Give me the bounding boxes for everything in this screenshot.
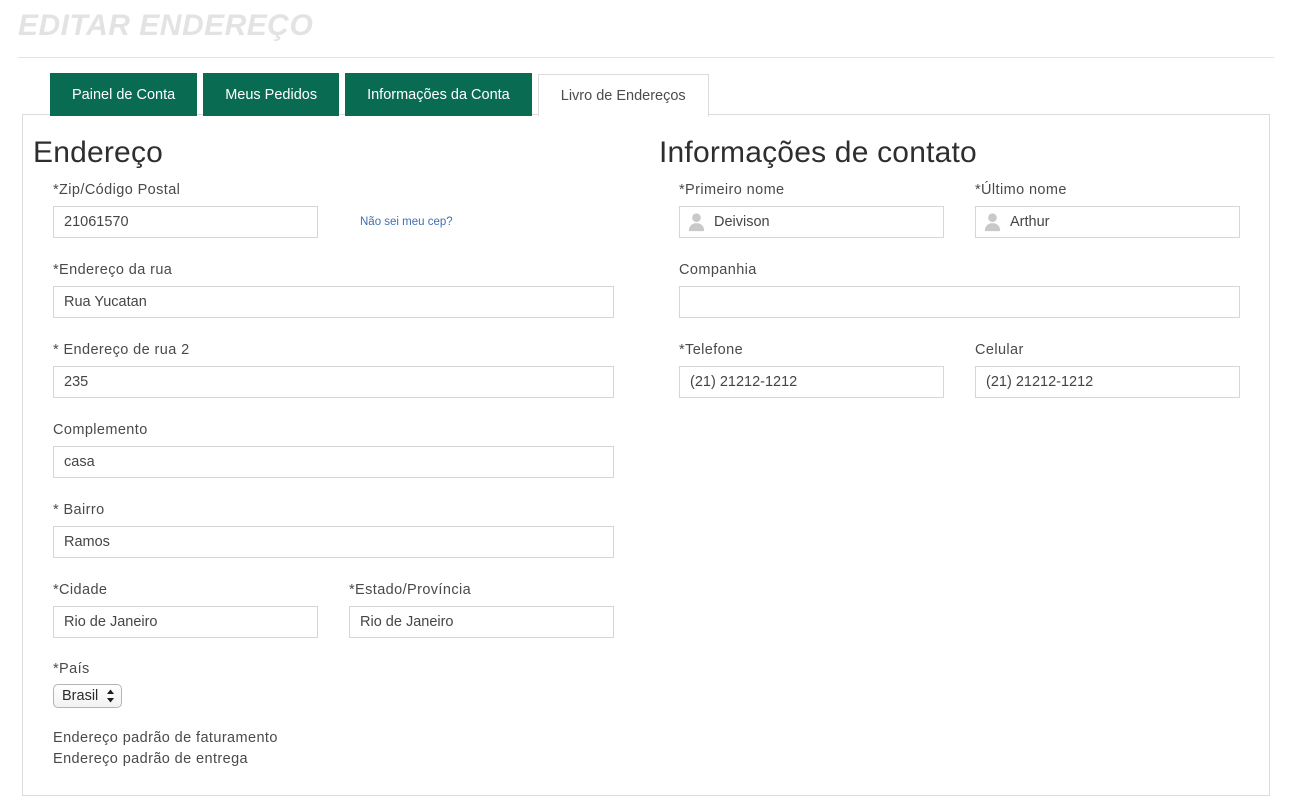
street2-label: * Endereço de rua 2 [53,342,190,358]
tab-informacoes-da-conta[interactable]: Informações da Conta [345,73,532,116]
mobile-label: Celular [975,342,1024,358]
field-country: *País Brasil [53,660,614,708]
complement-input[interactable] [53,446,614,478]
phone-label: *Telefone [679,342,744,358]
tab-label: Informações da Conta [367,86,510,103]
default-shipping-label[interactable]: Endereço padrão de entrega [53,749,614,770]
field-last-name: *Último nome [975,181,1240,238]
phone-input[interactable] [679,366,944,398]
tab-livro-de-enderecos[interactable]: Livro de Endereços [537,74,709,117]
district-input[interactable] [53,526,614,558]
district-label: * Bairro [53,502,105,518]
street-label: *Endereço da rua [53,262,173,278]
contact-column: Informações de contato *Primeiro nome *Ú… [659,115,1259,398]
address-column: Endereço *Zip/Código Postal Não sei meu … [33,115,643,767]
field-phone: *Telefone [679,341,944,398]
state-input[interactable] [349,606,614,638]
street-input[interactable] [53,286,614,318]
field-state: *Estado/Província [349,581,614,638]
city-input[interactable] [53,606,318,638]
first-name-label: *Primeiro nome [679,182,785,198]
tab-label: Meus Pedidos [225,86,318,103]
first-name-input[interactable] [679,206,944,238]
zip-input[interactable] [53,206,318,238]
state-label: *Estado/Província [349,582,472,598]
contact-heading: Informações de contato [659,136,977,169]
tab-painel-de-conta[interactable]: Painel de Conta [50,73,198,116]
field-street: *Endereço da rua [53,261,614,318]
default-billing-label[interactable]: Endereço padrão de faturamento [53,728,614,749]
field-company: Companhia [679,261,1240,318]
last-name-input[interactable] [975,206,1240,238]
company-input[interactable] [679,286,1240,318]
country-select-wrapper: Brasil [53,684,122,708]
field-first-name: *Primeiro nome [679,181,944,238]
company-label: Companhia [679,262,757,278]
street2-input[interactable] [53,366,614,398]
field-street2: * Endereço de rua 2 [53,341,614,398]
field-zip: *Zip/Código Postal Não sei meu cep? [53,181,633,238]
page-title: EDITAR ENDEREÇO [18,9,314,42]
zip-help-link[interactable]: Não sei meu cep? [360,216,453,228]
field-mobile: Celular [975,341,1240,398]
address-form-panel: Endereço *Zip/Código Postal Não sei meu … [22,114,1270,796]
title-divider [18,57,1274,58]
tab-meus-pedidos[interactable]: Meus Pedidos [203,73,340,116]
mobile-input[interactable] [975,366,1240,398]
tab-label: Livro de Endereços [560,87,686,104]
zip-label: *Zip/Código Postal [53,182,181,198]
field-district: * Bairro [53,501,614,558]
default-address-options: Endereço padrão de faturamento Endereço … [53,728,614,770]
last-name-label: *Último nome [975,182,1067,198]
field-complement: Complemento [53,421,614,478]
account-tabs: Painel de Conta Meus Pedidos Informações… [50,72,709,117]
country-select[interactable]: Brasil [53,684,122,708]
country-label: *País [53,661,90,677]
tab-label: Painel de Conta [72,86,176,103]
address-heading: Endereço [33,136,164,169]
complement-label: Complemento [53,422,148,438]
